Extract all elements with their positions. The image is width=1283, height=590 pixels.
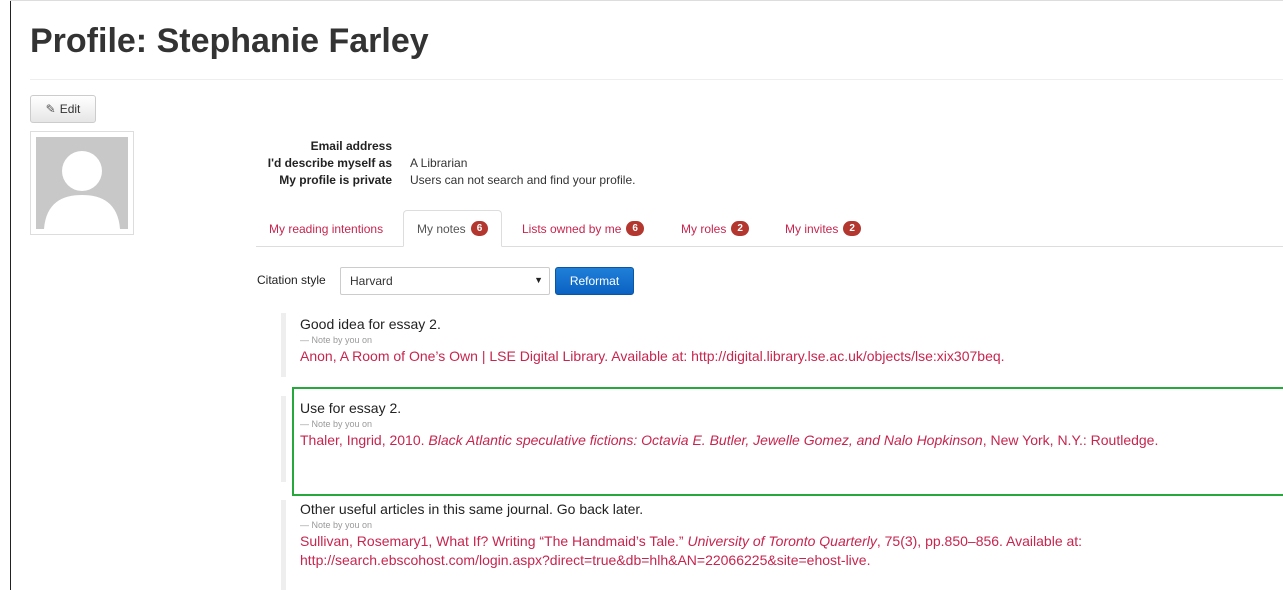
- count-badge: 2: [731, 221, 749, 236]
- info-row-describe: I'd describe myself as A Librarian: [230, 154, 635, 171]
- note-reference-link[interactable]: Thaler, Ingrid, 2010. Black Atlantic spe…: [300, 431, 1283, 450]
- note-item: Good idea for essay 2. — Note by you on …: [281, 313, 1283, 377]
- title-divider: [30, 79, 1283, 80]
- avatar-placeholder-icon: [36, 137, 128, 229]
- tab-my-invites[interactable]: My invites 2: [772, 210, 874, 247]
- reference-title: University of Toronto Quarterly: [687, 533, 877, 549]
- note-byline: — Note by you on: [300, 520, 373, 530]
- info-label: My profile is private: [279, 172, 392, 187]
- tab-label: My roles: [681, 221, 727, 236]
- window-top-edge: [10, 0, 1283, 1]
- info-value: A Librarian: [410, 155, 468, 170]
- chevron-down-icon: ▼: [534, 275, 543, 285]
- note-item: Other useful articles in this same journ…: [281, 500, 1283, 590]
- note-quote-bar: [281, 396, 286, 482]
- tab-label: My notes: [417, 221, 466, 236]
- info-label: Email address: [310, 138, 392, 153]
- reference-title: Black Atlantic speculative fictions: Oct…: [428, 432, 983, 448]
- note-reference-link[interactable]: Anon, A Room of One’s Own | LSE Digital …: [300, 347, 1283, 366]
- tab-reading-intentions[interactable]: My reading intentions: [256, 210, 396, 247]
- reference-text: Sullivan, Rosemary1, What If? Writing “T…: [300, 533, 688, 549]
- note-quote-bar: [281, 313, 286, 377]
- note-text: Other useful articles in this same journ…: [300, 501, 644, 517]
- count-badge: 2: [843, 221, 861, 236]
- reformat-button[interactable]: Reformat: [555, 267, 634, 295]
- tab-my-notes[interactable]: My notes 6: [403, 210, 503, 247]
- note-byline: — Note by you on: [300, 335, 373, 345]
- note-reference-link[interactable]: Sullivan, Rosemary1, What If? Writing “T…: [300, 532, 1283, 570]
- edit-icon: ✎: [45, 102, 56, 116]
- citation-style-label: Citation style: [257, 273, 326, 287]
- profile-info: Email address I'd describe myself as A L…: [230, 137, 636, 188]
- page-title: Profile: Stephanie Farley: [30, 22, 429, 60]
- info-value: Users can not search and find your profi…: [410, 172, 636, 187]
- note-item: Use for essay 2. — Note by you on Thaler…: [281, 396, 1283, 482]
- count-badge: 6: [626, 221, 644, 236]
- edit-button[interactable]: ✎ Edit: [30, 95, 96, 123]
- info-row-private: My profile is private Users can not sear…: [230, 171, 635, 188]
- note-text: Use for essay 2.: [300, 400, 402, 416]
- tab-label: My invites: [785, 221, 839, 236]
- edit-button-label: Edit: [59, 102, 81, 116]
- note-text: Good idea for essay 2.: [300, 316, 441, 332]
- count-badge: 6: [470, 221, 489, 236]
- citation-style-select[interactable]: Harvard ▼: [340, 267, 550, 295]
- tab-my-roles[interactable]: My roles 2: [668, 210, 762, 247]
- note-quote-bar: [281, 500, 286, 590]
- note-byline: — Note by you on: [300, 419, 373, 429]
- profile-tabs: My reading intentions My notes 6 Lists o…: [256, 210, 1283, 247]
- info-row-email: Email address: [230, 137, 635, 154]
- tab-lists-owned[interactable]: Lists owned by me 6: [509, 210, 657, 247]
- citation-style-value: Harvard: [350, 274, 393, 288]
- tab-label: My reading intentions: [269, 221, 384, 236]
- avatar: [30, 131, 134, 235]
- reference-text: Anon, A Room of One’s Own | LSE Digital …: [300, 348, 1005, 364]
- reference-text: , New York, N.Y.: Routledge.: [982, 432, 1159, 448]
- reference-text: Thaler, Ingrid, 2010.: [300, 432, 429, 448]
- window-edge: [10, 0, 11, 590]
- tab-label: Lists owned by me: [522, 221, 622, 236]
- info-label: I'd describe myself as: [267, 155, 392, 170]
